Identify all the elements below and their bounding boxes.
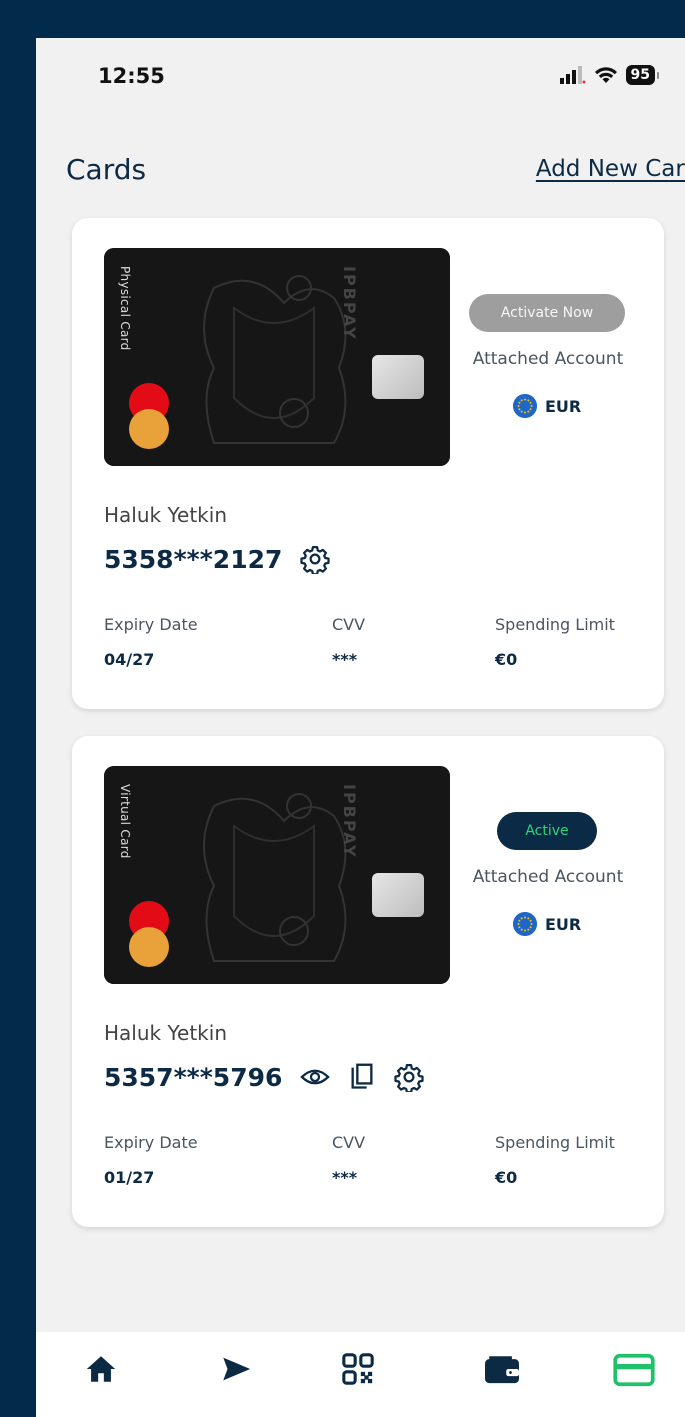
card-type-label: Virtual Card [118,784,132,859]
spending-limit-value: €0 [495,650,518,669]
card-number: 5358***2127 [104,544,283,574]
expiry-date-label: Expiry Date [104,615,198,634]
card-chip [372,873,424,917]
gear-icon[interactable] [300,544,331,574]
card-icon[interactable] [613,1352,655,1388]
currency-code: EUR [545,914,582,934]
card-holder-name: Haluk Yetkin [104,503,227,527]
status-indicators: 95 [559,65,659,85]
phone-screen: 12:55 95 Cards Add New Card Physical Car… [36,38,685,1417]
currency-code: EUR [545,396,582,416]
card-number: 5357***5796 [104,1062,283,1092]
eye-icon[interactable] [300,1062,331,1092]
gear-icon[interactable] [394,1062,425,1092]
home-icon[interactable] [84,1352,118,1386]
card-brand: IPBPAY [340,784,359,859]
spending-limit-label: Spending Limit [495,615,615,634]
cvv-value: *** [332,650,358,669]
card-type-label: Physical Card [118,266,132,351]
expiry-date-value: 04/27 [104,650,155,669]
page-title: Cards [66,153,147,186]
card-chip [372,355,424,399]
card-image[interactable]: Physical Card IPBPAY [104,248,450,466]
activate-now-button[interactable]: Activate Now [469,294,625,332]
status-time: 12:55 [98,64,165,88]
battery-indicator: 95 [625,65,655,85]
qr-code-icon[interactable] [341,1352,375,1386]
wifi-icon [594,67,617,83]
cvv-label: CVV [332,1133,366,1152]
signal-icon [559,66,586,84]
attached-currency: EUR [513,394,581,418]
eu-flag-icon [513,912,537,936]
add-new-card-link[interactable]: Add New Card [536,156,685,182]
spending-limit-value: €0 [495,1168,518,1187]
send-icon[interactable] [219,1352,253,1386]
attached-account-label: Attached Account [472,867,624,887]
bottom-nav [36,1332,685,1417]
spending-limit-label: Spending Limit [495,1133,615,1152]
card-number-row: 5358***2127 [104,544,331,574]
expiry-date-value: 01/27 [104,1168,155,1187]
battery-tip [657,71,659,79]
active-status-badge[interactable]: Active [497,812,597,850]
attached-account-label: Attached Account [472,349,624,369]
card-brand: IPBPAY [340,266,359,341]
card-holder-name: Haluk Yetkin [104,1021,227,1045]
cvv-label: CVV [332,615,366,634]
wallet-icon[interactable] [483,1352,521,1386]
card-number-row: 5357***5796 [104,1062,425,1092]
card-panel-physical[interactable]: Physical Card IPBPAY Activate Now Attach… [72,218,664,709]
card-image[interactable]: Virtual Card IPBPAY [104,766,450,984]
cvv-value: *** [332,1168,358,1187]
card-panel-virtual[interactable]: Virtual Card IPBPAY Active Attached Acco… [72,736,664,1227]
mastercard-logo-yellow [129,409,169,449]
attached-currency: EUR [513,912,581,936]
eu-flag-icon [513,394,537,418]
status-bar: 12:55 95 [36,38,685,118]
mastercard-logo-yellow [129,927,169,967]
copy-icon[interactable] [348,1062,376,1092]
expiry-date-label: Expiry Date [104,1133,198,1152]
